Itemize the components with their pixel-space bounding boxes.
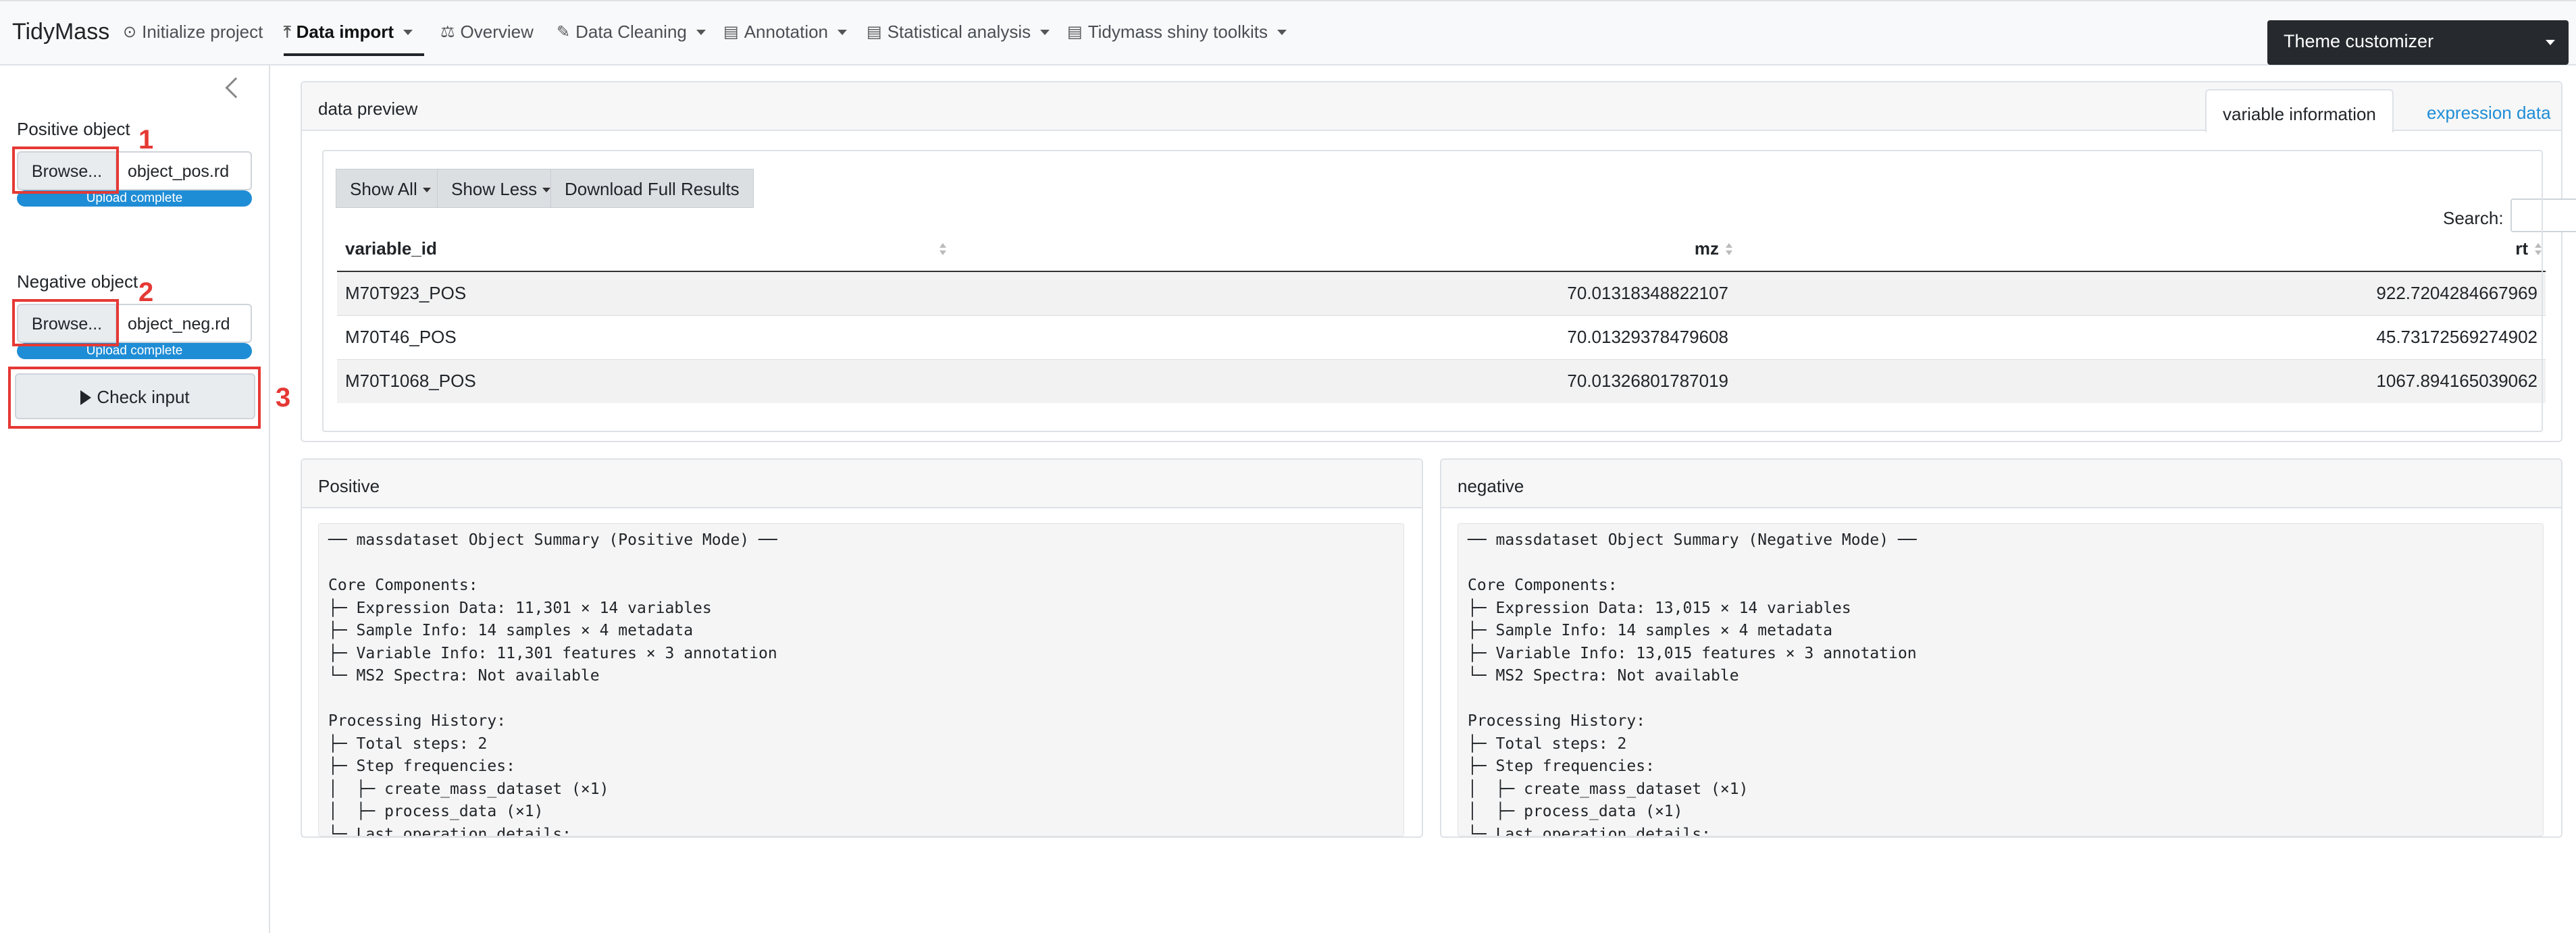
cell-mz: 70.01318348822107 bbox=[945, 271, 1736, 315]
annotation-box-1 bbox=[12, 146, 119, 194]
annotation-box-2 bbox=[12, 299, 119, 346]
active-nav-indicator bbox=[284, 53, 424, 56]
variable-info-table: variable_id mz rt M70T923_POS 70.0131834… bbox=[337, 227, 2546, 403]
search-label: Search: bbox=[2443, 208, 2504, 228]
nav-label: Data import bbox=[296, 22, 394, 42]
theme-customizer-label: Theme customizer bbox=[2284, 31, 2434, 51]
cell-mz: 70.01326801787019 bbox=[945, 358, 1736, 403]
nav-annotation[interactable]: ▤ Annotation bbox=[723, 22, 848, 43]
show-all-label: Show All bbox=[350, 179, 417, 199]
chevron-down-icon bbox=[422, 188, 431, 192]
brush-icon: ✎ bbox=[557, 23, 571, 41]
column-header-rt[interactable]: rt bbox=[1736, 227, 2546, 272]
nav-data-cleaning[interactable]: ✎ Data Cleaning bbox=[557, 22, 706, 43]
show-less-label: Show Less bbox=[451, 179, 538, 199]
brand-title[interactable]: TidyMass bbox=[12, 19, 109, 45]
positive-object-label: Positive object bbox=[17, 119, 130, 139]
negative-summary-card: negative ── massdataset Object Summary (… bbox=[1440, 458, 2562, 838]
column-header-mz[interactable]: mz bbox=[945, 227, 1736, 272]
nav-tidymass-shiny-toolkits[interactable]: ▤ Tidymass shiny toolkits bbox=[1067, 22, 1287, 43]
column-header-variable-id[interactable]: variable_id bbox=[337, 227, 946, 272]
nav-label: Tidymass shiny toolkits bbox=[1087, 22, 1268, 42]
table-row[interactable]: M70T923_POS 70.01318348822107 922.720428… bbox=[337, 271, 2546, 315]
balance-scale-icon: ⚖ bbox=[440, 23, 455, 41]
sort-icon bbox=[2535, 243, 2542, 257]
cell-mz: 70.01329378479608 bbox=[945, 315, 1736, 359]
show-less-button[interactable]: Show Less bbox=[437, 169, 565, 208]
chevron-down-icon bbox=[542, 188, 551, 192]
positive-summary-card: Positive ── massdataset Object Summary (… bbox=[301, 458, 1423, 838]
sidebar: Positive object Browse... object_pos.rd … bbox=[0, 65, 290, 933]
nav-data-import[interactable]: ⤒ Data import bbox=[284, 22, 413, 43]
negative-object-label: Negative object bbox=[17, 271, 138, 292]
upload-icon: ⤒ bbox=[284, 22, 291, 41]
cell-rt: 45.73172569274902 bbox=[1736, 315, 2546, 359]
nav-label: Annotation bbox=[744, 22, 829, 42]
data-preview-title: data preview bbox=[318, 99, 418, 119]
chevron-down-icon bbox=[1040, 29, 1050, 35]
negative-file-name: object_neg.rd bbox=[117, 304, 252, 343]
nav-label: Initialize project bbox=[142, 22, 263, 42]
step-number-2: 2 bbox=[138, 277, 154, 307]
data-preview-header: data preview variable information expres… bbox=[302, 82, 2561, 132]
id-card-icon: ▤ bbox=[723, 23, 739, 41]
id-card-icon: ▤ bbox=[867, 23, 882, 41]
positive-summary-title: Positive bbox=[318, 476, 380, 496]
positive-summary-output[interactable]: ── massdataset Object Summary (Positive … bbox=[318, 523, 1404, 836]
positive-file-name: object_pos.rd bbox=[117, 151, 252, 190]
datatable-wrapper: Show All Show Less Download Full Results… bbox=[322, 150, 2576, 442]
nav-overview[interactable]: ⚖ Overview bbox=[440, 22, 534, 43]
positive-summary-header: Positive bbox=[302, 460, 1422, 508]
column-header-label: variable_id bbox=[345, 238, 437, 259]
step-number-3: 3 bbox=[276, 383, 291, 412]
nav-initialize-project[interactable]: ⊙ Initialize project bbox=[123, 22, 263, 43]
column-header-label: mz bbox=[1694, 238, 1719, 259]
chevron-down-icon bbox=[838, 29, 848, 35]
table-row[interactable]: M70T46_POS 70.01329378479608 45.73172569… bbox=[337, 315, 2546, 359]
negative-summary-text: ── massdataset Object Summary (Negative … bbox=[1468, 531, 1917, 836]
download-full-results-button[interactable]: Download Full Results bbox=[550, 169, 754, 208]
chevron-left-icon[interactable] bbox=[225, 77, 247, 99]
nav-label: Overview bbox=[460, 22, 534, 42]
negative-summary-title: negative bbox=[1458, 476, 1524, 496]
sort-icon bbox=[1726, 243, 1732, 257]
table-row[interactable]: M70T1068_POS 70.01326801787019 1067.8941… bbox=[337, 358, 2546, 403]
table-header-row: variable_id mz rt bbox=[337, 227, 2546, 272]
id-card-icon: ▤ bbox=[1067, 23, 1083, 41]
cell-rt: 922.7204284667969 bbox=[1736, 271, 2546, 315]
play-circle-icon: ⊙ bbox=[123, 23, 137, 41]
negative-summary-header: negative bbox=[1441, 460, 2561, 508]
cell-rt: 1067.894165039062 bbox=[1736, 358, 2546, 403]
chevron-down-icon bbox=[403, 29, 413, 35]
chevron-down-icon bbox=[2546, 40, 2555, 45]
annotation-box-3 bbox=[8, 367, 261, 429]
cell-variable-id: M70T923_POS bbox=[337, 271, 945, 315]
step-number-1: 1 bbox=[138, 125, 154, 155]
tab-expression-data[interactable]: expression data bbox=[2411, 89, 2567, 132]
nav-label: Data Cleaning bbox=[575, 22, 687, 42]
column-header-label: rt bbox=[2515, 238, 2528, 259]
nav-statistical-analysis[interactable]: ▤ Statistical analysis bbox=[867, 22, 1050, 43]
top-navbar: TidyMass ⊙ Initialize project ⤒ Data imp… bbox=[0, 0, 2576, 65]
data-preview-card: data preview variable information expres… bbox=[301, 81, 2576, 442]
theme-customizer-button[interactable]: Theme customizer bbox=[2267, 20, 2569, 65]
show-all-button[interactable]: Show All bbox=[336, 169, 445, 208]
nav-label: Statistical analysis bbox=[887, 22, 1031, 42]
tab-variable-information[interactable]: variable information bbox=[2205, 89, 2394, 132]
cell-variable-id: M70T46_POS bbox=[337, 315, 945, 359]
positive-summary-text: ── massdataset Object Summary (Positive … bbox=[328, 531, 777, 836]
cell-variable-id: M70T1068_POS bbox=[337, 358, 945, 403]
chevron-down-icon bbox=[696, 29, 706, 35]
chevron-down-icon bbox=[1277, 29, 1287, 35]
negative-summary-output[interactable]: ── massdataset Object Summary (Negative … bbox=[1458, 523, 2544, 836]
